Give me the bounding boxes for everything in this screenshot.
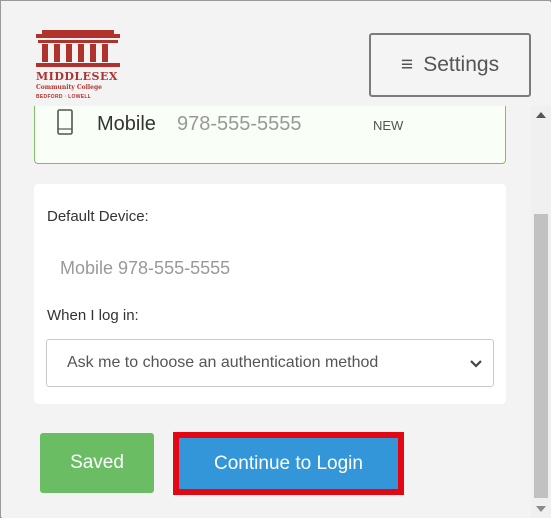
scroll-down-arrow-icon[interactable] — [536, 506, 546, 512]
chevron-down-icon — [469, 356, 483, 374]
continue-to-login-button[interactable]: Continue to Login — [179, 438, 398, 489]
device-number: 978-555-5555 — [177, 113, 302, 135]
logo-name: MIDDLESEX — [36, 70, 118, 83]
when-login-label: When I log in: — [47, 307, 139, 324]
duo-prompt-frame: MIDDLESEX Community College BEDFORD · LO… — [0, 0, 551, 518]
saved-button[interactable]: Saved — [40, 433, 154, 493]
default-device-value: Mobile 978-555-5555 — [60, 258, 231, 278]
login-method-value: Ask me to choose an authentication metho… — [67, 354, 379, 371]
login-method-select[interactable]: Ask me to choose an authentication metho… — [46, 339, 494, 387]
logo-subtitle: Community College — [36, 84, 102, 91]
device-card[interactable]: Mobile 978-555-5555 NEW — [34, 106, 506, 164]
logo-locations: BEDFORD · LOWELL — [36, 94, 92, 100]
scroll-up-arrow-icon[interactable] — [536, 112, 546, 118]
device-type: Mobile — [97, 113, 156, 135]
hamburger-icon: ≡ — [400, 53, 414, 76]
new-badge: NEW — [373, 118, 404, 133]
device-preferences: Default Device: Mobile 978-555-5555 When… — [34, 184, 506, 404]
scrollbar-thumb[interactable] — [534, 214, 548, 498]
continue-highlight: Continue to Login — [173, 432, 404, 495]
vertical-scrollbar[interactable] — [531, 106, 551, 518]
scroll-content: Mobile 978-555-5555 NEW Default Device: … — [2, 106, 531, 518]
college-logo: MIDDLESEX Community College BEDFORD · LO… — [36, 30, 128, 102]
phone-icon — [57, 109, 73, 140]
building-columns-icon — [36, 30, 120, 67]
header: MIDDLESEX Community College BEDFORD · LO… — [2, 2, 551, 106]
settings-button[interactable]: ≡ Settings — [369, 33, 531, 97]
settings-label: Settings — [423, 53, 500, 76]
default-device-label: Default Device: — [47, 208, 149, 225]
